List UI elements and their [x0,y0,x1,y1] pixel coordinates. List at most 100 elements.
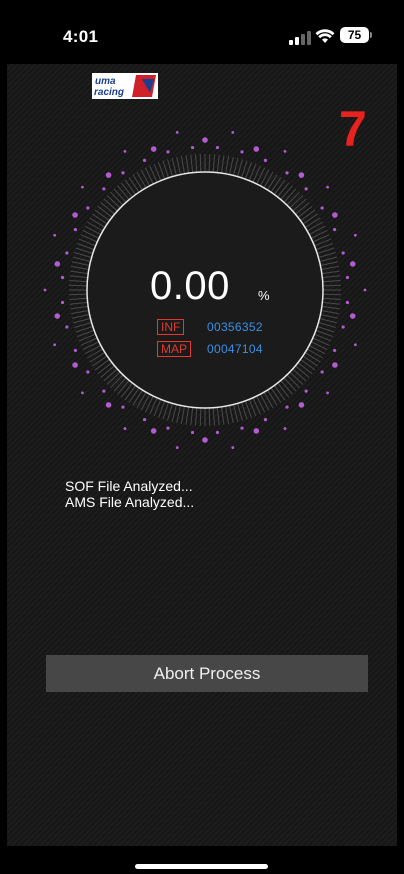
gauge-dot [190,145,195,150]
gauge-tick [208,407,211,426]
gauge-dot [150,428,157,434]
gauge-tick [89,352,106,363]
gauge-tick [124,385,137,401]
gauge-dot [73,348,77,353]
gauge-tick [100,202,115,215]
gauge-tick [322,301,341,305]
gauge-tick [267,389,278,406]
gauge-tick [171,157,177,176]
gauge-tick [69,284,88,287]
gauge-tick [306,221,324,232]
gauge-dot [332,212,338,218]
gauge-tick [185,406,190,425]
gauge-tick [140,393,151,411]
gauge-tick [71,261,90,266]
map-value: 00047104 [207,342,263,356]
gauge-dot [231,446,235,449]
gauge-tick [136,171,147,189]
gauge-tick [69,280,88,283]
gauge-dot [123,150,127,153]
gauge-tick [190,407,194,426]
gauge-dot [73,227,77,232]
gauge-dot [231,131,235,134]
gauge-dot [105,402,112,408]
status-bar: 4:01 75 [0,0,404,64]
gauge-tick [308,225,326,236]
gauge-tick [300,358,316,371]
gauge-dot [240,426,244,430]
log-line: SOF File Analyzed... [65,478,193,494]
gauge-tick [306,348,324,359]
gauge-tick [216,407,220,426]
gauge-tick [286,191,300,206]
gauge-tick [128,387,140,404]
home-indicator[interactable] [135,864,268,869]
gauge-tick [69,293,88,296]
gauge-tick [167,403,173,421]
status-time: 4:01 [63,27,99,46]
gauge-tick [91,213,108,225]
gauge-dot [121,405,125,409]
gauge-tick [302,213,319,225]
gauge-dot [304,187,308,191]
gauge-tick [212,154,215,173]
uma-racing-logo: uma racing [92,73,158,99]
gauge-tick [94,358,110,371]
gauge-tick [259,393,270,411]
gauge-tick [110,374,124,389]
gauge-dot [102,187,106,191]
gauge-dot [263,418,268,422]
gauge-dot [166,426,170,430]
gauge-dot [86,206,90,210]
gauge-tick [89,217,106,228]
gauge-tick [162,402,170,420]
gauge-dot [175,446,179,449]
gauge-tick [289,195,304,209]
gauge-tick [69,301,88,305]
gauge-tick [185,155,190,174]
gauge-tick [106,371,121,385]
gauge-tick [318,252,336,258]
gauge-dot [53,233,57,237]
svg-text:uma: uma [95,76,116,87]
gauge-dot [121,171,125,175]
gauge-tick [190,154,194,173]
cellular-signal-icon [289,31,311,45]
gauge-tick [277,182,290,198]
gauge-tick [297,205,313,218]
gauge-tick [113,377,127,392]
gauge-tick [229,156,234,175]
gauge-dot [65,251,69,255]
gauge-dot [240,150,244,154]
gauge-tick [84,225,102,236]
gauge-tick [270,176,282,193]
percent-unit: % [258,288,270,303]
gauge-dot [332,362,338,368]
gauge-tick [300,209,316,222]
gauge-dot [202,437,208,443]
gauge-tick [199,407,202,426]
gauge-dot [333,348,337,353]
gauge-tick [220,406,225,425]
gauge-tick [124,179,137,195]
gauge-dot [349,261,356,267]
gauge-tick [267,174,278,191]
gauge-tick [273,179,286,195]
gauge-tick [322,297,341,300]
gauge-dot [65,325,69,329]
gauge-dot [345,275,350,280]
gauge-tick [195,407,198,426]
gauge-dot [175,131,179,134]
gauge-tick [263,391,274,409]
abort-process-button[interactable]: Abort Process [46,655,368,692]
gauge-tick [224,406,230,425]
gauge-tick [321,270,340,275]
gauge-tick [69,275,88,279]
gauge-tick [75,247,93,255]
gauge-tick [322,280,341,283]
gauge-tick [237,403,243,421]
gauge-tick [318,322,336,328]
progress-percent: 0.00 [150,264,230,308]
gauge-tick [199,154,202,173]
gauge-dot [253,428,260,434]
